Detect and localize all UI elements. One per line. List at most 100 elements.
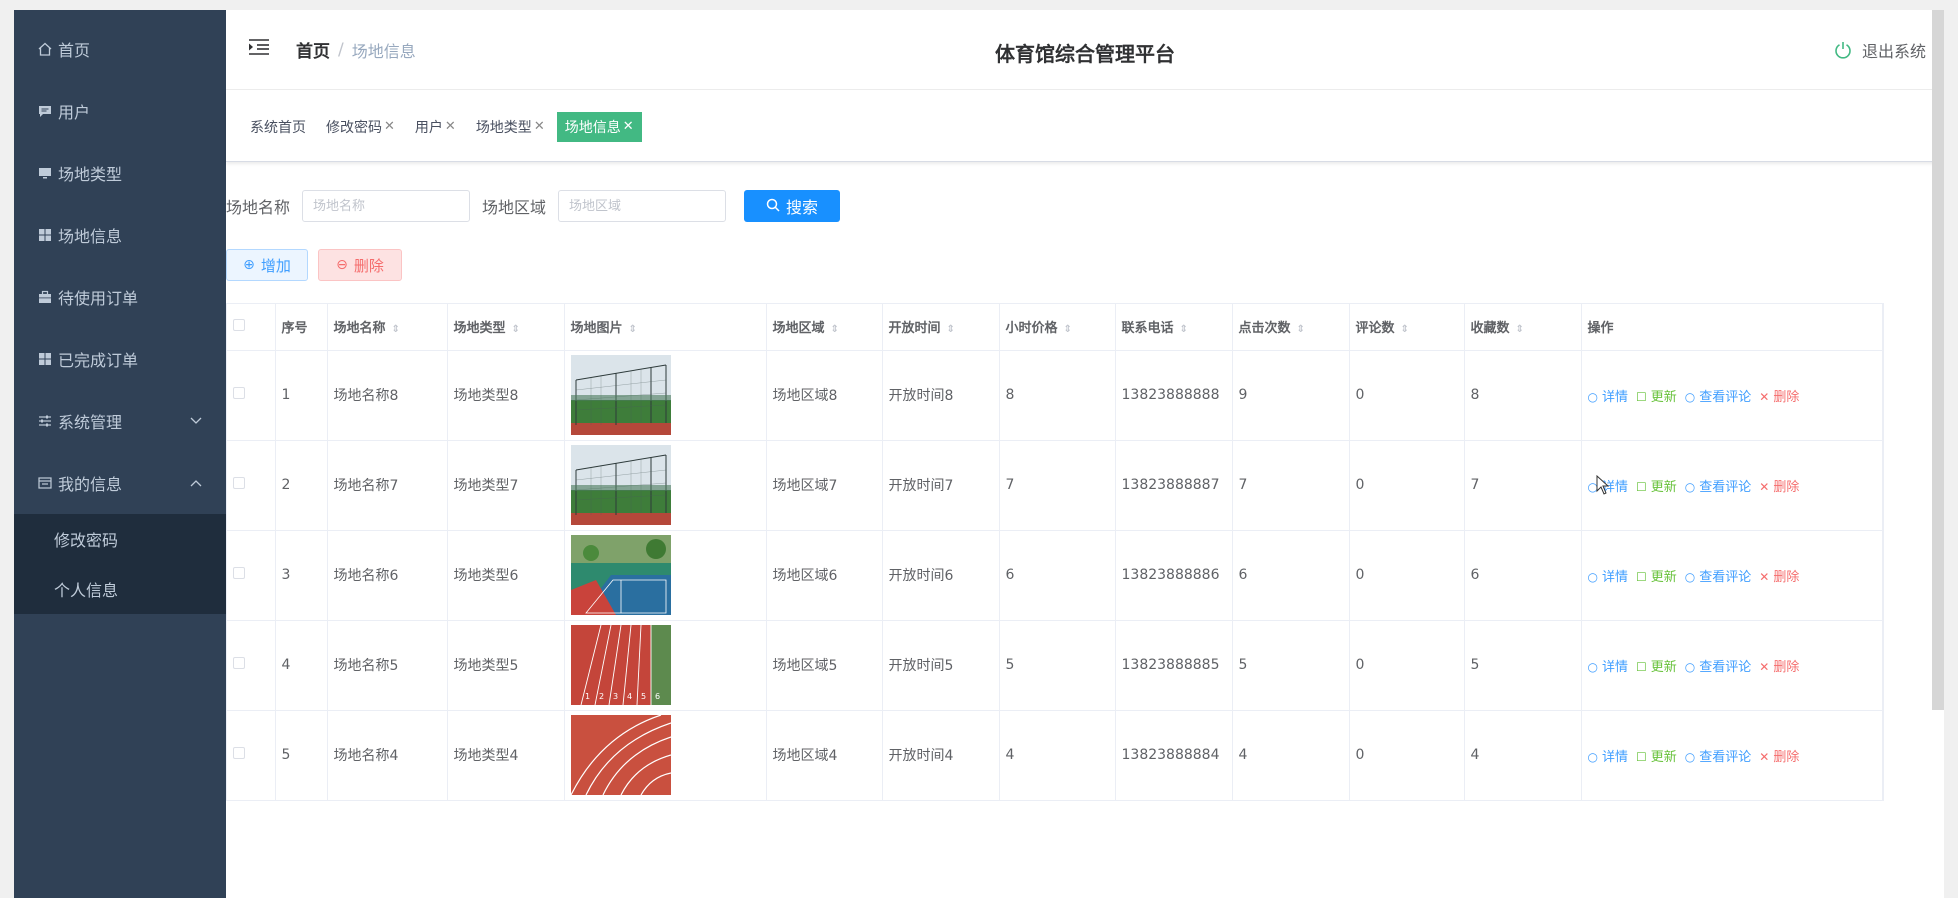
search-button[interactable]: 搜索 bbox=[744, 190, 841, 222]
sidebar-item-venue-info[interactable]: 场地信息 bbox=[14, 204, 226, 266]
page-scrollbar[interactable] bbox=[1932, 10, 1944, 710]
sort-icon[interactable]: ⇕ bbox=[831, 324, 839, 335]
sort-icon[interactable]: ⇕ bbox=[1064, 324, 1072, 335]
row-checkbox[interactable] bbox=[233, 657, 245, 669]
close-icon[interactable]: ✕ bbox=[384, 119, 395, 134]
sidebar-item-users[interactable]: 用户 bbox=[14, 80, 226, 142]
col-name[interactable]: 场地名称 ⇕ bbox=[327, 304, 448, 351]
view-comments-link[interactable]: ○ 查看评论 bbox=[1685, 386, 1752, 405]
logout-button[interactable]: 退出系统 bbox=[1834, 38, 1926, 62]
cell-price: 8 bbox=[999, 350, 1116, 441]
update-link[interactable]: ☐ 更新 bbox=[1636, 476, 1677, 495]
close-icon[interactable]: ✕ bbox=[534, 119, 545, 134]
view-comments-link[interactable]: ○ 查看评论 bbox=[1685, 566, 1752, 585]
update-link[interactable]: ☐ 更新 bbox=[1636, 746, 1677, 765]
sort-icon[interactable]: ⇕ bbox=[947, 324, 955, 335]
detail-link[interactable]: ○ 详情 bbox=[1588, 386, 1629, 405]
view-comments-link[interactable]: ○ 查看评论 bbox=[1685, 656, 1752, 675]
edit-icon: ☐ bbox=[1636, 659, 1647, 674]
detail-link[interactable]: ○ 详情 bbox=[1588, 746, 1629, 765]
venue-thumbnail[interactable] bbox=[570, 355, 766, 435]
venue-name-input[interactable] bbox=[302, 190, 471, 222]
col-open-time[interactable]: 开放时间 ⇕ bbox=[882, 304, 1000, 351]
detail-label: 详情 bbox=[1601, 569, 1628, 585]
sidebar-item-venue-type[interactable]: 场地类型 bbox=[14, 142, 226, 204]
venue-thumbnail[interactable] bbox=[570, 715, 766, 795]
col-clicks[interactable]: 点击次数 ⇕ bbox=[1232, 304, 1350, 351]
tag-users[interactable]: 用户 ✕ bbox=[407, 112, 464, 142]
sidebar-item-completed-orders[interactable]: 已完成订单 bbox=[14, 328, 226, 390]
tag-label: 用户 bbox=[414, 119, 443, 136]
cell-comments: 0 bbox=[1349, 350, 1465, 441]
col-comments[interactable]: 评论数 ⇕ bbox=[1349, 304, 1465, 351]
sidebar-item-home[interactable]: 首页 bbox=[14, 18, 226, 80]
close-icon[interactable]: ✕ bbox=[445, 119, 456, 134]
svg-text:4: 4 bbox=[627, 692, 632, 701]
sort-icon[interactable]: ⇕ bbox=[512, 324, 520, 335]
delete-link[interactable]: ✕ 删除 bbox=[1759, 566, 1799, 585]
cell-phone: 13823888886 bbox=[1115, 530, 1233, 621]
select-all-checkbox[interactable] bbox=[233, 318, 245, 331]
cell-price: 4 bbox=[999, 710, 1116, 801]
cell-clicks: 5 bbox=[1232, 620, 1350, 711]
tennis-court-image bbox=[570, 355, 671, 435]
cell-name: 场地名称4 bbox=[327, 710, 448, 801]
detail-link[interactable]: ○ 详情 bbox=[1588, 656, 1629, 675]
venue-table: 序号 场地名称 ⇕ 场地类型 ⇕ 场地图片 ⇕ 场地区域 ⇕ 开放时间 ⇕ 小时价格 ⇕ 联… bbox=[226, 303, 1884, 801]
sidebar-subitem-profile[interactable]: 个人信息 bbox=[14, 564, 226, 614]
table-row: 1 场地名称8 场地类型8 场地区域8 开放时间8 8 13823888888 … bbox=[227, 350, 1883, 441]
cell-area: 场地区域8 bbox=[766, 350, 883, 441]
view-comments-link[interactable]: ○ 查看评论 bbox=[1685, 476, 1752, 495]
cell-image bbox=[564, 530, 767, 621]
update-link[interactable]: ☐ 更新 bbox=[1636, 566, 1677, 585]
update-link[interactable]: ☐ 更新 bbox=[1636, 656, 1677, 675]
update-label: 更新 bbox=[1650, 569, 1677, 585]
venue-area-input[interactable] bbox=[558, 190, 727, 222]
cell-type: 场地类型7 bbox=[447, 440, 565, 531]
row-checkbox[interactable] bbox=[233, 747, 245, 759]
update-label: 更新 bbox=[1650, 749, 1677, 765]
sort-icon[interactable]: ⇕ bbox=[629, 324, 637, 335]
sort-icon[interactable]: ⇕ bbox=[392, 324, 400, 335]
col-area[interactable]: 场地区域 ⇕ bbox=[766, 304, 883, 351]
col-favorites[interactable]: 收藏数 ⇕ bbox=[1464, 304, 1582, 351]
delete-link[interactable]: ✕ 删除 bbox=[1759, 746, 1799, 765]
delete-link[interactable]: ✕ 删除 bbox=[1759, 656, 1799, 675]
cell-type: 场地类型6 bbox=[447, 530, 565, 621]
delete-button[interactable]: ⊖ 删除 bbox=[318, 249, 402, 281]
row-checkbox[interactable] bbox=[233, 477, 245, 489]
sort-icon[interactable]: ⇕ bbox=[1297, 324, 1305, 335]
detail-link[interactable]: ○ 详情 bbox=[1588, 566, 1629, 585]
sidebar-subitem-change-password[interactable]: 修改密码 bbox=[14, 514, 226, 564]
tag-system-home[interactable]: 系统首页 bbox=[242, 112, 314, 142]
hamburger-icon[interactable] bbox=[248, 38, 270, 56]
sort-icon[interactable]: ⇕ bbox=[1180, 324, 1188, 335]
venue-thumbnail[interactable]: 123456 bbox=[570, 625, 766, 705]
col-label: 开放时间 bbox=[888, 321, 941, 337]
delete-link[interactable]: ✕ 删除 bbox=[1759, 386, 1799, 405]
col-hourly-price[interactable]: 小时价格 ⇕ bbox=[999, 304, 1116, 351]
breadcrumb-home[interactable]: 首页 bbox=[296, 37, 330, 62]
row-checkbox[interactable] bbox=[233, 567, 245, 579]
add-button[interactable]: ⊕ 增加 bbox=[226, 249, 308, 281]
delete-link[interactable]: ✕ 删除 bbox=[1759, 476, 1799, 495]
sidebar-item-my-info[interactable]: 我的信息 bbox=[14, 452, 226, 514]
col-type[interactable]: 场地类型 ⇕ bbox=[447, 304, 565, 351]
sort-icon[interactable]: ⇕ bbox=[1401, 324, 1409, 335]
venue-thumbnail[interactable] bbox=[570, 535, 766, 615]
col-image[interactable]: 场地图片 ⇕ bbox=[564, 304, 767, 351]
view-comments-link[interactable]: ○ 查看评论 bbox=[1685, 746, 1752, 765]
detail-label: 详情 bbox=[1601, 749, 1628, 765]
venue-thumbnail[interactable] bbox=[570, 445, 766, 525]
close-icon[interactable]: ✕ bbox=[623, 119, 634, 134]
sidebar-item-pending-orders[interactable]: 待使用订单 bbox=[14, 266, 226, 328]
view-comments-label: 查看评论 bbox=[1699, 479, 1752, 495]
tag-venue-info[interactable]: 场地信息 ✕ bbox=[556, 111, 642, 142]
sidebar-item-system-management[interactable]: 系统管理 bbox=[14, 390, 226, 452]
tag-change-password[interactable]: 修改密码 ✕ bbox=[318, 112, 403, 142]
sort-icon[interactable]: ⇕ bbox=[1516, 324, 1524, 335]
col-phone[interactable]: 联系电话 ⇕ bbox=[1115, 304, 1233, 351]
row-checkbox[interactable] bbox=[233, 387, 245, 399]
tag-venue-type[interactable]: 场地类型 ✕ bbox=[468, 112, 553, 142]
update-link[interactable]: ☐ 更新 bbox=[1636, 386, 1677, 405]
